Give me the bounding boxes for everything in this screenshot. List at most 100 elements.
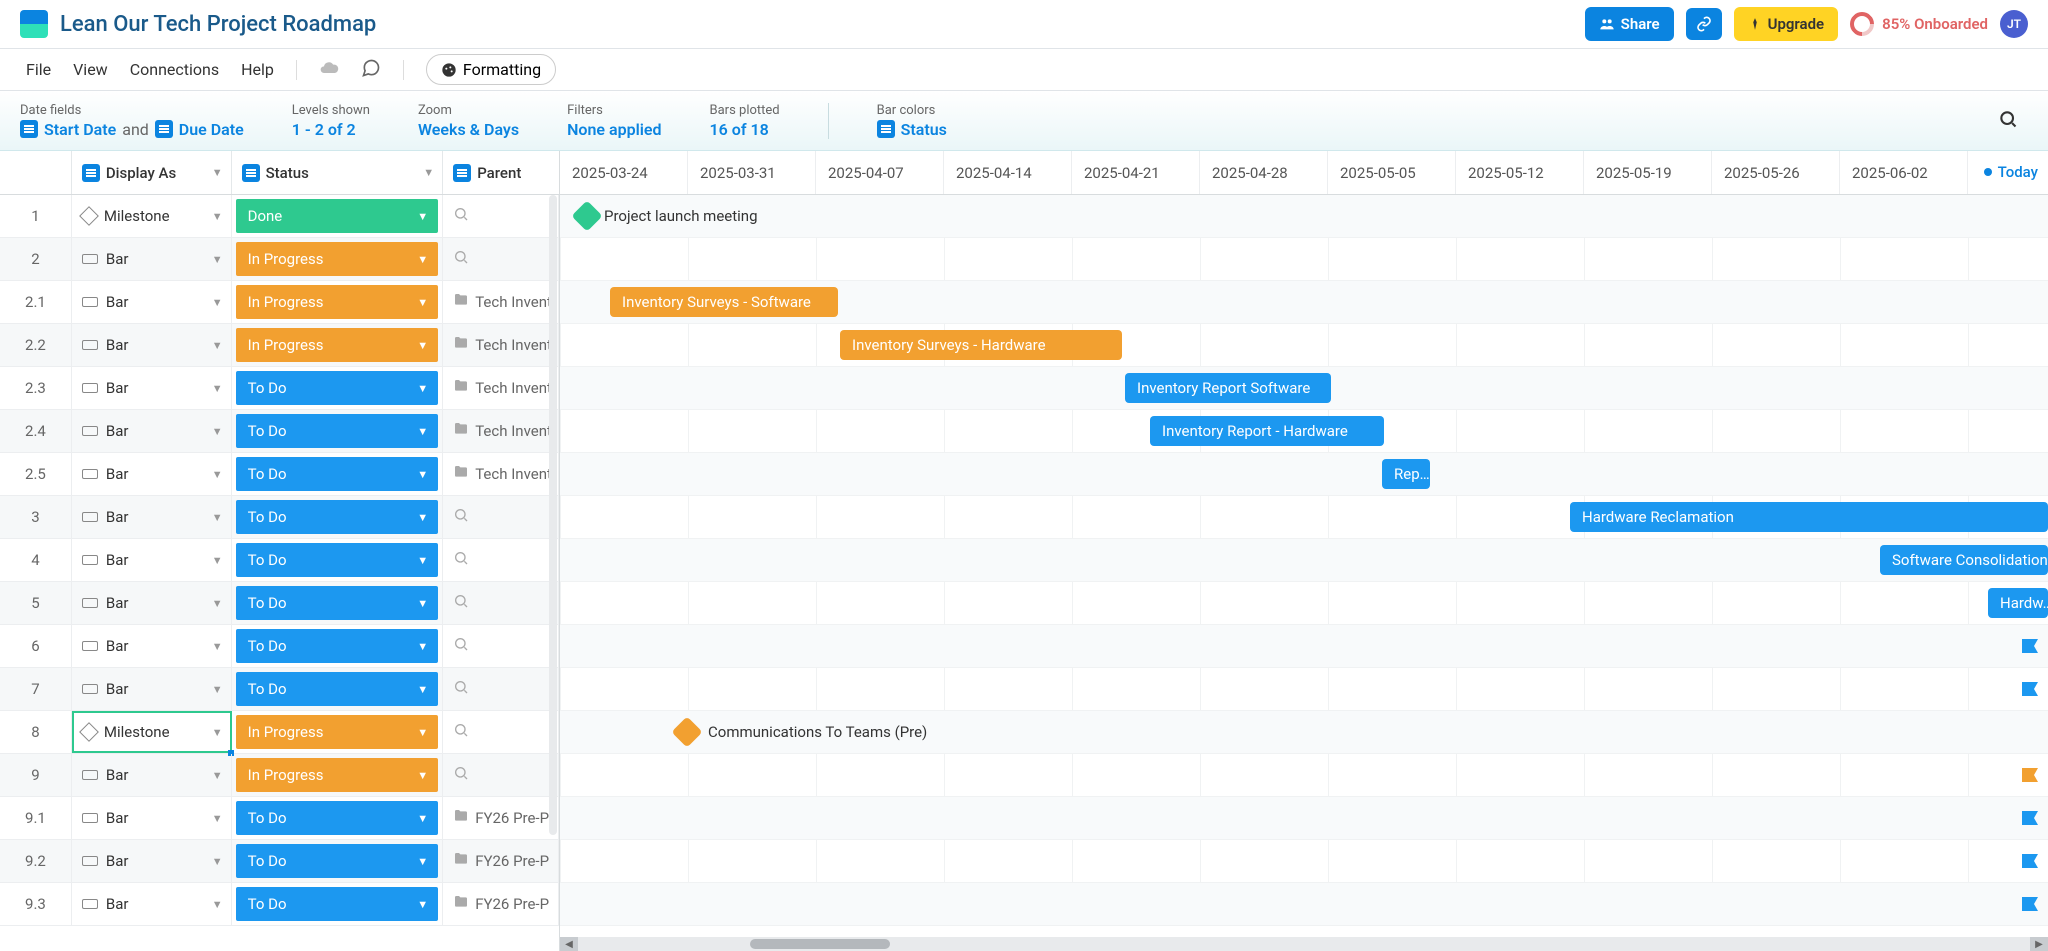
cell-display[interactable]: Bar▼ (72, 410, 232, 452)
gantt-row[interactable] (560, 883, 2048, 926)
grid-row[interactable]: 9.1Bar▼To Do▼FY26 Pre-P (0, 797, 559, 840)
offscreen-flag-icon[interactable] (2022, 682, 2038, 696)
cell-parent[interactable]: Tech Invent (443, 410, 559, 452)
gantt-row[interactable]: Hardw… (560, 582, 2048, 625)
search-icon[interactable] (1998, 109, 2018, 133)
status-pill[interactable]: To Do▼ (236, 543, 439, 577)
grid-row[interactable]: 1Milestone▼Done▼ (0, 195, 559, 238)
cell-display[interactable]: Bar▼ (72, 496, 232, 538)
user-avatar[interactable]: JT (2000, 10, 2028, 38)
grid-row[interactable]: 3Bar▼To Do▼ (0, 496, 559, 539)
grid-row[interactable]: 2.3Bar▼To Do▼Tech Invent (0, 367, 559, 410)
scroll-right-icon[interactable]: ▶ (2030, 937, 2048, 951)
date-column-header[interactable]: 2025-05-19 (1584, 151, 1712, 194)
cell-status[interactable]: To Do▼ (232, 797, 444, 839)
cell-status[interactable]: In Progress▼ (232, 754, 444, 796)
gantt-row[interactable]: Inventory Surveys - Software (560, 281, 2048, 324)
grid-row[interactable]: 9Bar▼In Progress▼ (0, 754, 559, 797)
cell-display[interactable]: Bar▼ (72, 668, 232, 710)
cell-display[interactable]: Bar▼ (72, 238, 232, 280)
date-column-header[interactable]: 2025-05-12 (1456, 151, 1584, 194)
grid-row[interactable]: 2.4Bar▼To Do▼Tech Invent (0, 410, 559, 453)
status-pill[interactable]: In Progress▼ (236, 242, 439, 276)
cell-parent[interactable] (443, 711, 559, 753)
status-pill[interactable]: To Do▼ (236, 371, 439, 405)
cell-display[interactable]: Bar▼ (72, 840, 232, 882)
cell-parent[interactable] (443, 195, 559, 237)
gantt-row[interactable] (560, 797, 2048, 840)
col-header-number[interactable] (0, 151, 72, 194)
horizontal-scrollbar[interactable]: ◀ ▶ (560, 937, 2048, 951)
cell-display[interactable]: Milestone▼ (72, 711, 232, 753)
grid-row[interactable]: 9.3Bar▼To Do▼FY26 Pre-P (0, 883, 559, 926)
project-title[interactable]: Lean Our Tech Project Roadmap (60, 12, 376, 37)
cell-parent[interactable]: Tech Invent (443, 453, 559, 495)
cell-parent[interactable] (443, 496, 559, 538)
config-zoom[interactable]: Zoom Weeks & Days (418, 103, 519, 139)
gantt-row[interactable]: Inventory Surveys - Hardware (560, 324, 2048, 367)
date-column-header[interactable]: 2025-04-07 (816, 151, 944, 194)
col-header-display[interactable]: Display As ▼ (72, 151, 232, 194)
cell-status[interactable]: To Do▼ (232, 539, 444, 581)
cloud-icon[interactable] (319, 58, 339, 82)
cell-status[interactable]: To Do▼ (232, 625, 444, 667)
milestone-marker[interactable] (671, 716, 702, 747)
cell-status[interactable]: To Do▼ (232, 582, 444, 624)
config-date-fields[interactable]: Date fields Start Date and Due Date (20, 103, 244, 139)
gantt-row[interactable]: Rep… (560, 453, 2048, 496)
date-column-header[interactable]: 2025-04-28 (1200, 151, 1328, 194)
gantt-bar[interactable]: Hardware Reclamation (1570, 502, 2048, 532)
cell-display[interactable]: Bar▼ (72, 453, 232, 495)
cell-status[interactable]: In Progress▼ (232, 281, 444, 323)
scroll-left-icon[interactable]: ◀ (560, 937, 578, 951)
offscreen-flag-icon[interactable] (2022, 639, 2038, 653)
cell-status[interactable]: To Do▼ (232, 668, 444, 710)
col-header-parent[interactable]: Parent (443, 151, 559, 194)
status-pill[interactable]: In Progress▼ (236, 328, 439, 362)
cell-parent[interactable] (443, 238, 559, 280)
gantt-body[interactable]: Project launch meetingInventory Surveys … (560, 195, 2048, 926)
menu-view[interactable]: View (73, 60, 108, 79)
cell-display[interactable]: Bar▼ (72, 754, 232, 796)
gantt-bar[interactable]: Inventory Report - Hardware (1150, 416, 1384, 446)
grid-row[interactable]: 8Milestone▼In Progress▼ (0, 711, 559, 754)
formatting-button[interactable]: Formatting (426, 54, 556, 85)
col-header-status[interactable]: Status ▼ (232, 151, 444, 194)
cell-parent[interactable]: Tech Invent (443, 324, 559, 366)
offscreen-flag-icon[interactable] (2022, 768, 2038, 782)
date-column-header[interactable]: 2025-04-14 (944, 151, 1072, 194)
status-pill[interactable]: To Do▼ (236, 672, 439, 706)
gantt-row[interactable]: Hardware Reclamation (560, 496, 2048, 539)
cell-display[interactable]: Bar▼ (72, 539, 232, 581)
date-column-header[interactable]: 2025-04-21 (1072, 151, 1200, 194)
gantt-bar[interactable]: Inventory Report Software (1125, 373, 1331, 403)
gantt-bar[interactable]: Hardw… (1988, 588, 2048, 618)
cell-status[interactable]: Done▼ (232, 195, 444, 237)
gantt-bar[interactable]: Inventory Surveys - Hardware (840, 330, 1122, 360)
menu-file[interactable]: File (26, 60, 51, 79)
grid-row[interactable]: 4Bar▼To Do▼ (0, 539, 559, 582)
share-button[interactable]: Share (1585, 7, 1674, 41)
cell-display[interactable]: Bar▼ (72, 281, 232, 323)
cell-parent[interactable] (443, 625, 559, 667)
status-pill[interactable]: To Do▼ (236, 414, 439, 448)
config-filters[interactable]: Filters None applied (567, 103, 661, 139)
status-pill[interactable]: In Progress▼ (236, 285, 439, 319)
cell-parent[interactable] (443, 754, 559, 796)
comment-icon[interactable] (361, 58, 381, 82)
status-pill[interactable]: To Do▼ (236, 801, 439, 835)
scroll-thumb[interactable] (750, 939, 890, 949)
offscreen-flag-icon[interactable] (2022, 854, 2038, 868)
cell-status[interactable]: In Progress▼ (232, 711, 444, 753)
grid-row[interactable]: 2.5Bar▼To Do▼Tech Invent (0, 453, 559, 496)
gantt-row[interactable]: Communications To Teams (Pre) (560, 711, 2048, 754)
status-pill[interactable]: To Do▼ (236, 586, 439, 620)
cell-status[interactable]: In Progress▼ (232, 238, 444, 280)
gantt-bar[interactable]: Rep… (1382, 459, 1430, 489)
vertical-scrollbar[interactable] (549, 195, 557, 835)
cell-display[interactable]: Bar▼ (72, 324, 232, 366)
cell-parent[interactable]: FY26 Pre-P (443, 840, 559, 882)
cell-parent[interactable]: FY26 Pre-P (443, 883, 559, 925)
cell-display[interactable]: Bar▼ (72, 883, 232, 925)
cell-display[interactable]: Bar▼ (72, 797, 232, 839)
